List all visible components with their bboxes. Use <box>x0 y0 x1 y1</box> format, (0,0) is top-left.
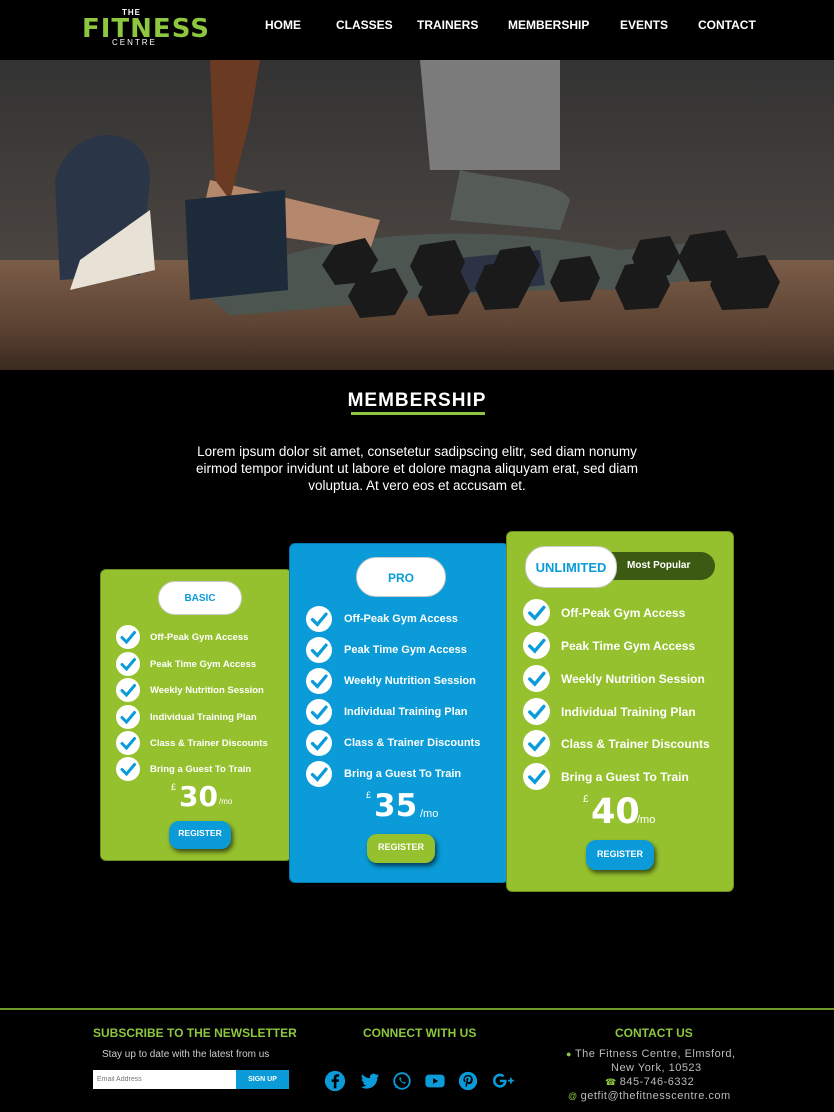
twitter-icon[interactable] <box>359 1070 381 1092</box>
check-icon <box>306 699 332 725</box>
nav-item-contact[interactable]: CONTACT <box>698 18 756 32</box>
newsletter-subtext: Stay up to date with the latest from us <box>102 1049 270 1060</box>
contact-heading: CONTACT US <box>615 1026 693 1040</box>
membership-title: MEMBERSHIP <box>347 390 487 411</box>
plan-name-badge: BASIC <box>158 581 242 615</box>
check-icon <box>306 668 332 694</box>
feature-item: Weekly Nutrition Session <box>116 678 264 702</box>
logo[interactable]: THE FITNESS CENTRE <box>82 8 209 48</box>
check-icon <box>116 731 140 755</box>
feature-item: Weekly Nutrition Session <box>523 665 705 692</box>
check-icon <box>116 625 140 649</box>
google-plus-icon[interactable] <box>490 1070 518 1092</box>
currency-symbol: £ <box>366 790 372 800</box>
plan-name-badge: UNLIMITED <box>525 546 617 588</box>
price-amount: 30 <box>179 780 218 813</box>
plan-card-basic: BASIC Off-Peak Gym Access Peak Time Gym … <box>100 569 292 861</box>
check-icon <box>306 606 332 632</box>
membership-intro: Lorem ipsum dolor sit amet, consetetur s… <box>196 444 638 493</box>
feature-item: Bring a Guest To Train <box>116 757 251 781</box>
feature-item: Individual Training Plan <box>523 698 696 725</box>
feature-item: Off-Peak Gym Access <box>116 625 248 649</box>
nav-item-home[interactable]: HOME <box>265 18 301 32</box>
nav-item-classes[interactable]: CLASSES <box>336 18 393 32</box>
feature-item: Bring a Guest To Train <box>523 763 689 790</box>
feature-item: Peak Time Gym Access <box>523 632 695 659</box>
email-input[interactable] <box>93 1070 237 1089</box>
price: £ 40 /mo <box>583 792 673 836</box>
whatsapp-icon[interactable] <box>391 1070 413 1092</box>
check-icon <box>523 698 550 725</box>
currency-symbol: £ <box>583 794 589 805</box>
phone-icon: ☎ <box>605 1077 617 1087</box>
logo-bottom-text: CENTRE <box>112 38 157 47</box>
price-amount: 40 <box>591 792 640 832</box>
price-period: /mo <box>219 797 233 806</box>
feature-item: Peak Time Gym Access <box>306 637 467 663</box>
check-icon <box>306 637 332 663</box>
plan-card-unlimited: Most Popular UNLIMITED Off-Peak Gym Acce… <box>506 531 734 892</box>
check-icon <box>116 757 140 781</box>
price-amount: 35 <box>374 788 418 824</box>
price-period: /mo <box>420 808 439 820</box>
feature-item: Class & Trainer Discounts <box>116 731 268 755</box>
plan-card-pro: PRO Off-Peak Gym Access Peak Time Gym Ac… <box>289 543 509 883</box>
price: £ 30 /mo <box>171 780 251 818</box>
feature-item: Individual Training Plan <box>306 699 467 725</box>
signup-button[interactable]: SIGN UP <box>236 1070 289 1089</box>
nav-item-membership[interactable]: MEMBERSHIP <box>508 18 589 32</box>
feature-item: Class & Trainer Discounts <box>306 730 480 756</box>
feature-item: Off-Peak Gym Access <box>523 599 685 626</box>
price: £ 35 /mo <box>366 788 456 830</box>
price-period: /mo <box>637 814 656 826</box>
newsletter-heading: SUBSCRIBE TO THE NEWSLETTER <box>93 1026 297 1040</box>
most-popular-badge: Most Popular <box>627 560 691 571</box>
check-icon <box>306 730 332 756</box>
check-icon <box>523 665 550 692</box>
feature-item: Off-Peak Gym Access <box>306 606 458 632</box>
feature-item: Individual Training Plan <box>116 705 257 729</box>
youtube-icon[interactable] <box>424 1070 446 1092</box>
register-button-basic[interactable]: REGISTER <box>169 821 231 849</box>
check-icon <box>116 705 140 729</box>
feature-item: Weekly Nutrition Session <box>306 668 476 694</box>
register-button-pro[interactable]: REGISTER <box>367 834 435 863</box>
hero-image <box>0 60 834 370</box>
nav-item-trainers[interactable]: TRAINERS <box>417 18 478 32</box>
feature-item: Bring a Guest To Train <box>306 761 461 787</box>
check-icon <box>523 730 550 757</box>
check-icon <box>523 599 550 626</box>
location-pin-icon: ● <box>566 1049 572 1059</box>
contact-address-line2: New York, 10523 <box>611 1062 702 1074</box>
feature-item: Peak Time Gym Access <box>116 652 256 676</box>
hero-photo-illustration <box>55 60 780 318</box>
register-button-unlimited[interactable]: REGISTER <box>586 840 654 870</box>
title-underline <box>351 412 485 415</box>
footer-divider <box>0 1008 834 1010</box>
feature-item: Class & Trainer Discounts <box>523 730 710 757</box>
nav-item-events[interactable]: EVENTS <box>620 18 668 32</box>
check-icon <box>523 632 550 659</box>
at-icon: @ <box>568 1091 578 1101</box>
top-navbar: THE FITNESS CENTRE HOME CLASSES TRAINERS… <box>0 0 834 60</box>
contact-email[interactable]: @ getfit@thefitnesscentre.com <box>568 1090 731 1102</box>
pinterest-icon[interactable] <box>457 1070 479 1092</box>
check-icon <box>523 763 550 790</box>
contact-phone[interactable]: ☎ 845-746-6332 <box>605 1076 694 1088</box>
connect-heading: CONNECT WITH US <box>363 1026 477 1040</box>
plan-name-badge: PRO <box>356 557 446 597</box>
contact-address: ● The Fitness Centre, Elmsford, <box>566 1048 736 1060</box>
check-icon <box>116 652 140 676</box>
check-icon <box>116 678 140 702</box>
check-icon <box>306 761 332 787</box>
currency-symbol: £ <box>171 782 177 792</box>
facebook-icon[interactable] <box>324 1070 346 1092</box>
